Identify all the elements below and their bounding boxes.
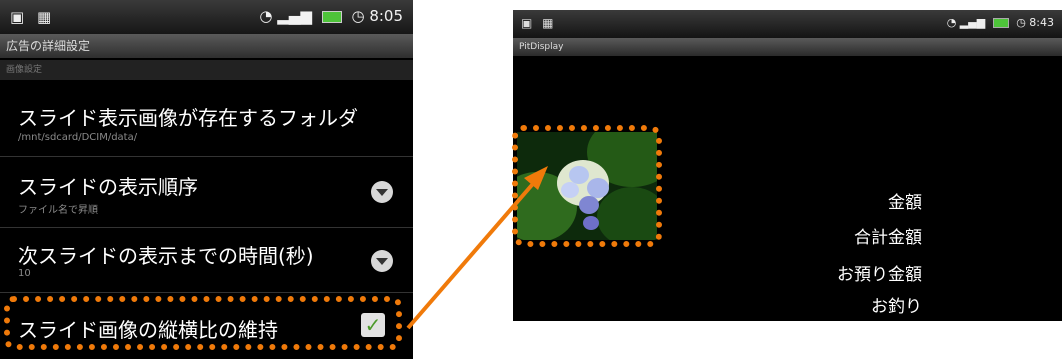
window-title: 広告の詳細設定	[0, 34, 413, 58]
status-icons: ◔ ▂▄▆ ◷ 8:43	[947, 16, 1054, 29]
pref-title: スライドの表示順序	[18, 175, 198, 199]
pref-title: 次スライドの表示までの時間(秒)	[18, 244, 314, 268]
pref-summary: 10	[18, 268, 31, 279]
battery-icon	[992, 18, 1009, 28]
status-icons: ◔ ▂▄▆ ◷ 8:05	[259, 7, 403, 25]
total-amount-label: 合計金額	[854, 228, 922, 248]
highlight-box-photo	[512, 125, 662, 247]
pref-slide-interval[interactable]: 次スライドの表示までの時間(秒) 10	[0, 228, 413, 293]
alarm-icon: ◷	[351, 7, 365, 25]
status-bar: ▣ ▦ ◔ ▂▄▆ ◷ 8:05	[0, 0, 413, 34]
pref-title: スライド表示画像が存在するフォルダ	[18, 106, 358, 130]
pref-summary: ファイル名で昇順	[18, 205, 98, 216]
pref-slide-folder[interactable]: スライド表示画像が存在するフォルダ /mnt/sdcard/DCIM/data/	[0, 88, 413, 157]
wifi-icon: ◔	[946, 16, 957, 29]
battery-icon	[321, 10, 342, 23]
amount-label: 金額	[888, 193, 922, 213]
section-header: 画像設定	[0, 60, 413, 80]
dropdown-arrow-icon[interactable]	[371, 181, 393, 203]
pref-summary: /mnt/sdcard/DCIM/data/	[18, 132, 138, 143]
wifi-icon: ◔	[259, 7, 273, 25]
notification-icons: ▣ ▦	[10, 8, 56, 26]
app-title: PitDisplay	[513, 38, 1062, 56]
status-time: 8:05	[369, 7, 403, 25]
change-label: お釣り	[871, 297, 922, 317]
signal-icon: ▂▄▆	[277, 7, 312, 25]
dropdown-arrow-icon[interactable]	[371, 250, 393, 272]
notification-icons: ▣ ▦	[521, 16, 557, 30]
status-time: 8:43	[1029, 16, 1054, 29]
status-bar: ▣ ▦ ◔ ▂▄▆ ◷ 8:43	[513, 10, 1062, 38]
received-amount-label: お預り金額	[837, 265, 922, 285]
signal-icon: ▂▄▆	[959, 16, 986, 29]
highlight-box-setting	[4, 296, 402, 350]
alarm-icon: ◷	[1016, 16, 1026, 29]
pref-slide-order[interactable]: スライドの表示順序 ファイル名で昇順	[0, 157, 413, 228]
